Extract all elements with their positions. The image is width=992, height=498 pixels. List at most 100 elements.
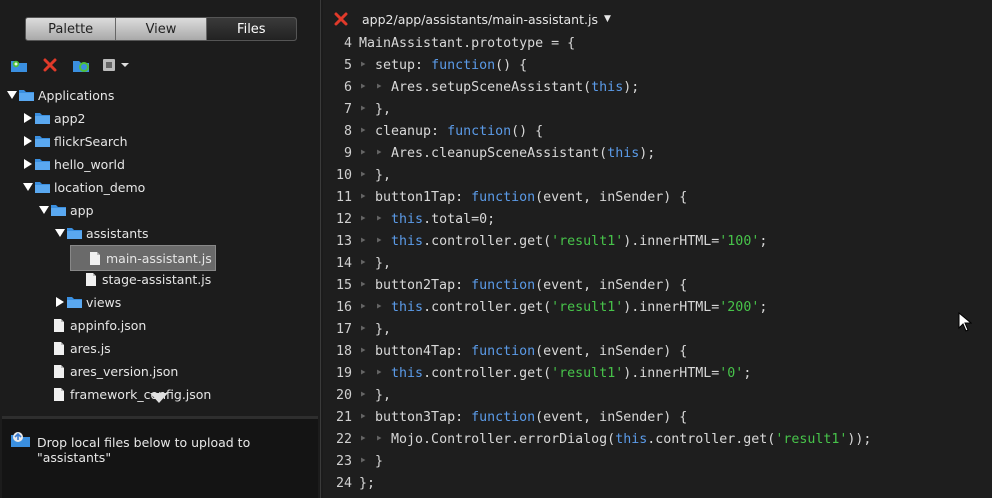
line-number: 4 — [343, 35, 352, 51]
code-keyword: this — [391, 211, 424, 227]
code-token: }, — [375, 167, 392, 183]
indent-marker-icon: ‣ — [359, 123, 376, 139]
file-icon — [82, 272, 99, 286]
code-string: '0' — [719, 365, 744, 381]
tab-files[interactable]: Files — [206, 18, 296, 40]
file-toolbar — [8, 54, 140, 76]
code-token: .total=0; — [423, 211, 496, 227]
tree-folder[interactable]: app2 — [22, 107, 85, 129]
code-line[interactable]: 21 ‣ button3Tap: function(event, inSender… — [323, 406, 992, 428]
collapsed-chevron-icon[interactable] — [22, 136, 34, 146]
code-line[interactable]: 10 ‣ }, — [323, 164, 992, 186]
indent-marker-icon: ‣ — [375, 211, 392, 227]
code-keyword: this — [607, 145, 640, 161]
code-text: ‣ ‣ Mojo.Controller.errorDialog(this.con… — [359, 432, 871, 447]
code-line[interactable]: 23 ‣ } — [323, 450, 992, 472]
line-number: 14 — [335, 255, 352, 271]
refresh-icon[interactable] — [70, 54, 92, 76]
code-line[interactable]: 11 ‣ button1Tap: function(event, inSender… — [323, 186, 992, 208]
line-number: 11 — [335, 189, 352, 205]
tree-folder[interactable]: hello_world — [22, 153, 125, 175]
tree-file[interactable]: appinfo.json — [38, 314, 146, 336]
tree-item-label: app2 — [54, 110, 86, 126]
code-line[interactable]: 12 ‣ ‣ this.total=0; — [323, 208, 992, 230]
code-token: }, — [375, 321, 392, 337]
upload-drop-zone[interactable]: Drop local files below to upload to "ass… — [2, 416, 318, 498]
new-folder-icon[interactable] — [8, 54, 30, 76]
tree-item-label: ares_version.json — [70, 363, 179, 379]
delete-icon[interactable] — [39, 54, 61, 76]
tree-file[interactable]: ares_version.json — [38, 360, 178, 382]
code-text: ‣ }, — [359, 322, 391, 337]
line-number: 5 — [343, 57, 352, 73]
code-line[interactable]: 20 ‣ }, — [323, 384, 992, 406]
indent-marker-icon: ‣ — [359, 57, 376, 73]
code-keyword: this — [391, 299, 424, 315]
file-menu-chevron-icon[interactable]: ▼ — [604, 14, 611, 24]
code-line[interactable]: 22 ‣ ‣ Mojo.Controller.errorDialog(this.c… — [323, 428, 992, 450]
tree-folder[interactable]: Applications — [6, 84, 114, 106]
code-line[interactable]: 17 ‣ }, — [323, 318, 992, 340]
actions-menu-icon[interactable] — [101, 54, 131, 76]
tree-item-label: location_demo — [54, 179, 146, 195]
tree-file[interactable]: framework_config.json — [38, 383, 211, 405]
tree-folder[interactable]: flickrSearch — [22, 130, 128, 152]
code-token: (event, inSender) { — [535, 343, 688, 359]
indent-marker-icon: ‣ — [359, 233, 376, 249]
code-text: ‣ ‣ this.controller.get('result1').inner… — [359, 300, 767, 315]
code-line[interactable]: 6 ‣ ‣ Ares.setupSceneAssistant(this); — [323, 76, 992, 98]
indent-marker-icon: ‣ — [359, 211, 376, 227]
code-line[interactable]: 8 ‣ cleanup: function() { — [323, 120, 992, 142]
code-line[interactable]: 19 ‣ ‣ this.controller.get('result1').inn… — [323, 362, 992, 384]
expanded-chevron-icon[interactable] — [38, 206, 50, 214]
tree-folder[interactable]: assistants — [54, 222, 149, 244]
collapsed-chevron-icon[interactable] — [54, 297, 66, 307]
folder-icon — [34, 180, 51, 194]
code-line[interactable]: 24}; — [323, 472, 992, 494]
code-line[interactable]: 16 ‣ ‣ this.controller.get('result1').inn… — [323, 296, 992, 318]
code-token: ); — [623, 79, 640, 95]
collapsed-chevron-icon[interactable] — [22, 113, 34, 123]
code-text: ‣ ‣ this.controller.get('result1').inner… — [359, 234, 767, 249]
sidebar-tabs: Palette View Files — [25, 17, 297, 41]
editor-header: app2/app/assistants/main-assistant.js ▼ — [323, 8, 611, 30]
indent-marker-icon: ‣ — [359, 387, 376, 403]
expanded-chevron-icon[interactable] — [6, 91, 18, 99]
code-line[interactable]: 4 MainAssistant.prototype = { — [323, 32, 992, 54]
tree-file[interactable]: ares.js — [38, 337, 111, 359]
code-line[interactable]: 9 ‣ ‣ Ares.cleanupSceneAssistant(this); — [323, 142, 992, 164]
tree-folder[interactable]: app — [38, 199, 94, 221]
code-line[interactable]: 18 ‣ button4Tap: function(event, inSender… — [323, 340, 992, 362]
tree-folder[interactable]: views — [54, 291, 121, 313]
indent-marker-icon: ‣ — [375, 145, 392, 161]
code-token: }, — [375, 387, 392, 403]
code-token: ).innerHTML= — [623, 233, 720, 249]
tab-palette[interactable]: Palette — [26, 18, 117, 40]
folder-icon — [66, 226, 83, 240]
line-number: 20 — [335, 387, 352, 403]
indent-marker-icon: ‣ — [375, 233, 392, 249]
code-token: (event, inSender) { — [535, 277, 688, 293]
code-keyword: this — [591, 79, 624, 95]
code-line[interactable]: 15 ‣ button2Tap: function(event, inSender… — [323, 274, 992, 296]
collapsed-chevron-icon[interactable] — [22, 159, 34, 169]
indent-marker-icon: ‣ — [359, 365, 376, 381]
code-text: }; — [359, 476, 375, 491]
tree-file[interactable]: stage-assistant.js — [70, 268, 211, 290]
folder-icon — [34, 111, 51, 125]
indent-marker-icon: ‣ — [375, 79, 392, 95]
code-line[interactable]: 7 ‣ }, — [323, 98, 992, 120]
code-line[interactable]: 13 ‣ ‣ this.controller.get('result1').inn… — [323, 230, 992, 252]
file-path[interactable]: app2/app/assistants/main-assistant.js — [362, 12, 598, 27]
close-file-icon[interactable] — [334, 12, 348, 26]
line-number: 22 — [335, 431, 352, 447]
line-number: 21 — [335, 409, 352, 425]
indent-marker-icon: ‣ — [375, 431, 392, 447]
tab-view[interactable]: View — [116, 18, 207, 40]
tree-folder[interactable]: location_demo — [22, 176, 145, 198]
code-line[interactable]: 14 ‣ }, — [323, 252, 992, 274]
expanded-chevron-icon[interactable] — [22, 183, 34, 191]
tree-item-label: appinfo.json — [70, 317, 147, 333]
code-line[interactable]: 5 ‣ setup: function() { — [323, 54, 992, 76]
expanded-chevron-icon[interactable] — [54, 229, 66, 237]
